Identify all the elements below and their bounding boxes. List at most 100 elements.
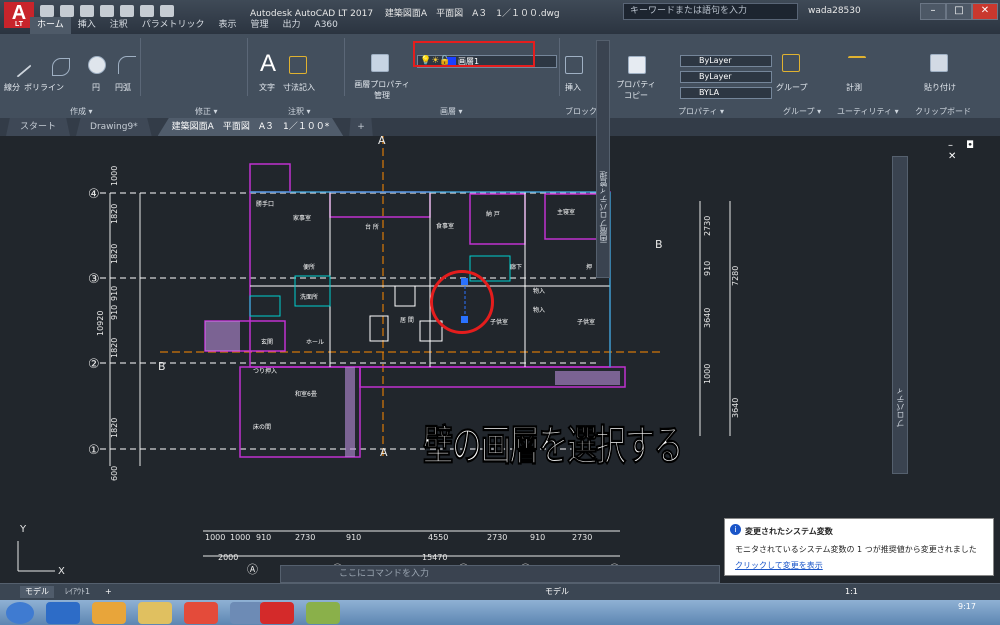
polyline-button[interactable]: ポリライン <box>24 82 64 93</box>
panel-properties[interactable]: プロパティ ▾ <box>678 106 724 117</box>
status-bar: モデル ﾚｲｱｳﾄ1 + モデル 1:1 <box>0 583 1000 600</box>
viewport-controls[interactable]: – ◘ ✕ <box>948 140 1000 162</box>
layer-properties-palette[interactable]: 画層プロパティ管理 <box>596 40 610 278</box>
room-1: 家事室 <box>293 214 311 222</box>
notification-title: 変更されたシステム変数 <box>745 527 833 536</box>
doc-tab-start[interactable]: スタート <box>6 118 71 136</box>
match-properties-button[interactable]: プロパティコピー <box>616 79 656 101</box>
dimension-icon <box>289 56 307 74</box>
save-icon[interactable] <box>80 5 94 17</box>
start-button[interactable] <box>6 602 34 624</box>
room-16: つり押入 <box>253 367 277 375</box>
panel-layers[interactable]: 画層 ▾ <box>440 106 463 117</box>
layer-properties-button[interactable]: 画層プロパティ管理 <box>351 79 413 101</box>
panel-groups[interactable]: グループ ▾ <box>783 106 821 117</box>
properties-palette[interactable]: プロパティ <box>892 156 908 474</box>
arc-button[interactable]: 円弧 <box>115 82 131 93</box>
left-dim-6: 1820 <box>110 418 119 438</box>
panel-utilities[interactable]: ユーティリティ ▾ <box>837 106 899 117</box>
open-icon[interactable] <box>60 5 74 17</box>
title-bar: A LT Autodesk AutoCAD LT 2017 建築図面A 平面図 A… <box>0 0 1000 34</box>
drawing-area[interactable]: ④ ③ ② ① 1000 1820 1820 910 910 1820 1820… <box>0 136 1000 583</box>
model-space-toggle[interactable]: モデル <box>540 586 574 598</box>
group-button[interactable]: グループ <box>776 82 808 93</box>
ucs-icon <box>17 541 55 572</box>
annotation-scale[interactable]: 1:1 <box>840 586 863 598</box>
right-dim-0: 2730 <box>703 216 712 236</box>
ie-icon[interactable] <box>46 602 80 624</box>
match-properties-icon <box>628 56 646 74</box>
right-dim-1: 910 <box>703 261 712 276</box>
paste-button[interactable]: 貼り付け <box>924 82 956 93</box>
media-icon[interactable] <box>92 602 126 624</box>
maximize-button[interactable]: □ <box>946 3 972 20</box>
app-icon[interactable] <box>230 602 264 624</box>
new-icon[interactable] <box>40 5 54 17</box>
tab-annotate[interactable]: 注釈 <box>103 17 135 34</box>
model-tab[interactable]: モデル <box>20 586 54 598</box>
doc-tab-drawing9[interactable]: Drawing9* <box>76 118 152 136</box>
left-dim-3: 910 <box>110 286 119 301</box>
bottom-dim-7: 910 <box>530 533 545 542</box>
new-tab-button[interactable]: + <box>349 118 373 136</box>
circle-button[interactable]: 円 <box>92 82 100 93</box>
section-a-top: A <box>378 136 386 147</box>
lineweight-dropdown[interactable]: BYLA <box>680 87 772 99</box>
insert-button[interactable]: 挿入 <box>565 82 581 93</box>
undo-icon[interactable] <box>140 5 154 17</box>
search-input[interactable]: キーワードまたは語句を入力 <box>623 3 798 20</box>
explorer-icon[interactable] <box>138 602 172 624</box>
panel-block[interactable]: ブロック <box>565 106 597 117</box>
panel-draw[interactable]: 作成 ▾ <box>70 106 93 117</box>
measure-button[interactable]: 計測 <box>846 82 862 93</box>
floor-plan[interactable]: ④ ③ ② ① 1000 1820 1820 910 910 1820 1820… <box>0 136 1000 583</box>
left-dim-2: 1820 <box>110 244 119 264</box>
info-icon: i <box>730 524 741 535</box>
text-icon: A <box>260 50 277 77</box>
color-dropdown[interactable]: ByLayer <box>680 55 772 67</box>
doc-tab-active[interactable]: 建築図面A 平面図 A３ 1／１００* <box>157 118 344 136</box>
panel-clipboard[interactable]: クリップボード <box>915 106 971 117</box>
command-line[interactable]: ここにコマンドを入力 <box>280 565 720 583</box>
room-4: 納 戸 <box>486 210 500 218</box>
room-labels: 勝手口 家事室 台 所 食事室 納 戸 主寝室 便所 洗面所 居 間 廊下 物入… <box>253 200 595 431</box>
dimension-button[interactable]: 寸法記入 <box>283 82 315 93</box>
saveas-icon[interactable] <box>100 5 114 17</box>
tab-insert[interactable]: 挿入 <box>71 17 103 34</box>
room-13: 子供室 <box>577 318 595 326</box>
ribbon-tabs: ホーム 挿入 注釈 パラメトリック 表示 管理 出力 A360 <box>30 17 370 34</box>
panel-annotate[interactable]: 注釈 ▾ <box>288 106 311 117</box>
layout1-tab[interactable]: ﾚｲｱｳﾄ1 <box>60 586 95 598</box>
notification-balloon[interactable]: i 変更されたシステム変数 モニタされているシステム変数の 1 つが推奨値から変… <box>724 518 994 576</box>
paint-icon[interactable] <box>306 602 340 624</box>
left-dim-4: 910 <box>110 305 119 320</box>
close-button[interactable]: ✕ <box>972 3 998 20</box>
minimize-button[interactable]: – <box>920 3 946 20</box>
right-total: 7280 <box>731 266 740 286</box>
tab-parametric[interactable]: パラメトリック <box>135 17 212 34</box>
print-icon[interactable] <box>120 5 134 17</box>
notification-link[interactable]: クリックして変更を表示 <box>735 560 823 571</box>
chrome-icon[interactable] <box>184 602 218 624</box>
tab-manage[interactable]: 管理 <box>244 17 276 34</box>
tab-home[interactable]: ホーム <box>30 17 71 34</box>
redo-icon[interactable] <box>160 5 174 17</box>
dimension-labels: ④ ③ ② ① 1000 1820 1820 910 910 1820 1820… <box>88 136 740 576</box>
add-layout-button[interactable]: + <box>100 586 117 598</box>
autocad-taskbar-icon[interactable] <box>260 602 294 624</box>
tab-view[interactable]: 表示 <box>212 17 244 34</box>
clock: 9:17 <box>958 602 976 611</box>
tab-a360[interactable]: A360 <box>308 17 345 34</box>
text-button[interactable]: 文字 <box>259 82 275 93</box>
tab-output[interactable]: 出力 <box>276 17 308 34</box>
bottom-dim-1: 1000 <box>230 533 250 542</box>
group-icon <box>782 54 800 72</box>
user-account[interactable]: wada28530 <box>808 6 861 16</box>
grid-row-3: ③ <box>88 272 100 287</box>
panel-modify[interactable]: 修正 ▾ <box>195 106 218 117</box>
right-dim-3: 1000 <box>703 364 712 384</box>
left-dim-0: 1000 <box>110 166 119 186</box>
linetype-dropdown[interactable]: ByLayer <box>680 71 772 83</box>
line-button[interactable]: 線分 <box>4 82 20 93</box>
section-b-left: B <box>158 360 166 373</box>
